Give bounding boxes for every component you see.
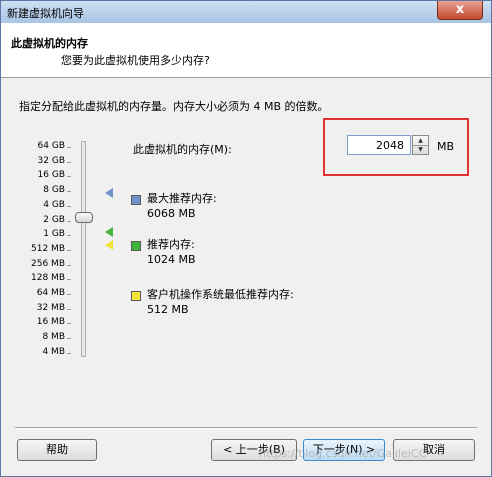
scale-label: 256 MB	[31, 258, 65, 269]
max-recommended-marker-icon	[105, 188, 113, 198]
scale-tick	[67, 338, 71, 340]
scale-tick	[67, 323, 71, 325]
scale-label: 1 GB	[43, 229, 65, 240]
legend-value: 6068 MB	[147, 207, 196, 220]
scale-tick	[67, 235, 71, 237]
min-recommended-marker-icon	[105, 240, 113, 250]
scale-tick	[67, 294, 71, 295]
scale-tick	[67, 352, 71, 354]
window-title: 新建虚拟机向导	[7, 7, 84, 20]
recommended-legend: 推荐内存: 1024 MB	[147, 237, 196, 267]
recommended-marker-icon	[105, 227, 113, 237]
scale-tick	[67, 279, 71, 281]
scale-tick	[67, 264, 71, 266]
legend-value: 512 MB	[147, 303, 189, 316]
page-title: 此虚拟机的内存	[11, 37, 88, 50]
scale-label: 16 GB	[37, 170, 65, 181]
memory-label: 此虚拟机的内存(M):	[133, 143, 232, 156]
legend-title: 推荐内存:	[147, 238, 195, 251]
legend-title: 最大推荐内存:	[147, 192, 217, 205]
scale-tick	[67, 220, 71, 222]
scale-tick	[67, 147, 71, 148]
close-icon: x	[455, 2, 465, 17]
scale-label: 32 MB	[36, 302, 65, 313]
memory-slider-thumb[interactable]	[75, 212, 93, 223]
memory-input[interactable]	[347, 135, 411, 155]
memory-unit: MB	[437, 140, 455, 153]
legend-value: 1024 MB	[147, 253, 196, 266]
close-button[interactable]: x	[437, 1, 483, 20]
scale-label: 64 GB	[37, 141, 65, 151]
scale-label: 128 MB	[31, 273, 65, 284]
min-recommended-legend-icon	[131, 291, 141, 301]
max-recommended-legend-icon	[131, 195, 141, 205]
scale-tick	[67, 161, 71, 163]
help-button[interactable]: 帮助	[17, 439, 97, 461]
scale-tick	[67, 191, 71, 193]
scale-tick	[67, 308, 71, 310]
scale-label: 8 MB	[42, 332, 65, 343]
max-recommended-legend: 最大推荐内存: 6068 MB	[147, 191, 217, 221]
scale-tick	[67, 249, 71, 251]
spin-down-icon[interactable]: ▼	[413, 145, 428, 154]
scale-label: 8 GB	[43, 185, 65, 196]
memory-slider-track[interactable]	[81, 141, 86, 357]
scale-tick	[67, 176, 71, 178]
wizard-header: 此虚拟机的内存 您要为此虚拟机使用多少内存?	[1, 23, 491, 78]
scale-label: 16 MB	[36, 317, 65, 328]
page-subtitle: 您要为此虚拟机使用多少内存?	[61, 54, 210, 67]
recommended-legend-icon	[131, 241, 141, 251]
scale-label: 2 GB	[43, 214, 65, 225]
scale-label: 4 MB	[42, 346, 65, 357]
min-recommended-legend: 客户机操作系统最低推荐内存: 512 MB	[147, 287, 294, 317]
watermark: https://blog.csdn.net/GalileiCC	[259, 447, 427, 460]
new-vm-wizard-window: 新建虚拟机向导 x 此虚拟机的内存 您要为此虚拟机使用多少内存? 指定分配给此虚…	[0, 0, 492, 477]
scale-label: 4 GB	[43, 199, 65, 210]
footer-separator	[15, 427, 477, 429]
scale-label: 32 GB	[37, 155, 65, 166]
scale-tick	[67, 205, 71, 207]
scale-ticks	[67, 141, 75, 357]
legend-title: 客户机操作系统最低推荐内存:	[147, 288, 294, 301]
memory-description: 指定分配给此虚拟机的内存量。内存大小必须为 4 MB 的倍数。	[19, 100, 329, 113]
scale-label: 512 MB	[31, 243, 65, 254]
title-bar: 新建虚拟机向导 x	[1, 1, 491, 23]
memory-spinner[interactable]: ▲ ▼	[412, 135, 429, 155]
scale-label: 64 MB	[36, 288, 65, 298]
